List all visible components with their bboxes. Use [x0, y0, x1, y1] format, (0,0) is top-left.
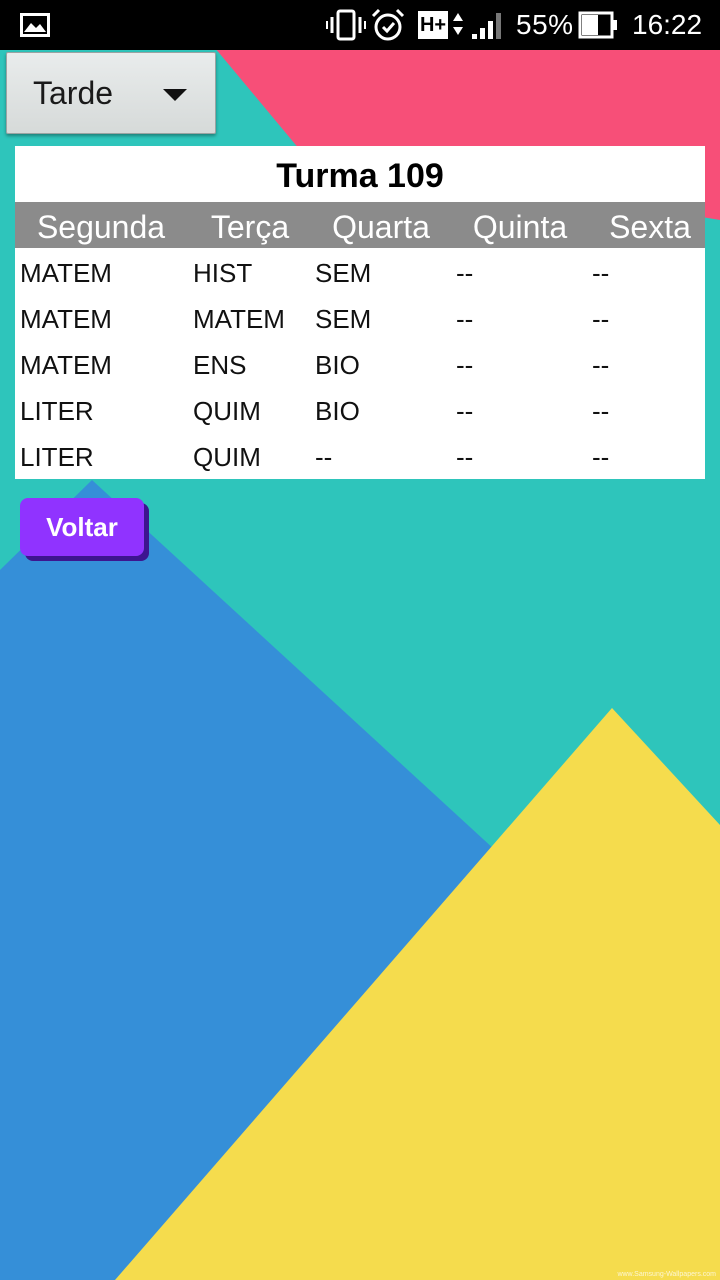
- dropdown-arrow-icon: [163, 89, 187, 101]
- header-segunda: Segunda: [36, 209, 166, 245]
- table-row: MATEM HIST SEM -- --: [15, 250, 705, 296]
- vibrate-icon: [326, 0, 366, 50]
- signal-icon: [470, 0, 506, 50]
- table-cell: LITER: [20, 442, 94, 472]
- table-cell: MATEM: [20, 304, 112, 334]
- table-cell: --: [592, 350, 610, 380]
- back-button[interactable]: Voltar: [20, 498, 144, 556]
- table-cell: LITER: [20, 396, 94, 426]
- table-cell: --: [592, 442, 610, 472]
- network-type-label: H+: [418, 11, 448, 39]
- network-hplus-icon: H+: [418, 0, 465, 50]
- table-cell: --: [315, 442, 333, 472]
- screen: H+ 55% 16:22 Tarde Turma 109 Segunda Ter…: [0, 0, 720, 1280]
- table-cell: BIO: [315, 350, 360, 380]
- table-cell: MATEM: [193, 304, 285, 334]
- table-cell: --: [592, 258, 610, 288]
- alarm-icon: [370, 0, 406, 50]
- table-cell: MATEM: [20, 258, 112, 288]
- table-cell: HIST: [193, 258, 253, 288]
- header-quinta: Quinta: [472, 209, 568, 245]
- table-row: MATEM ENS BIO -- --: [15, 342, 705, 388]
- gallery-icon: [20, 0, 50, 50]
- table-cell: --: [456, 350, 474, 380]
- schedule-rows: MATEM HIST SEM -- -- MATEM MATEM SEM -- …: [15, 250, 705, 480]
- table-row: MATEM MATEM SEM -- --: [15, 296, 705, 342]
- period-spinner[interactable]: Tarde: [6, 52, 216, 134]
- table-cell: BIO: [315, 396, 360, 426]
- header-terca: Terça: [210, 209, 290, 245]
- table-cell: MATEM: [20, 350, 112, 380]
- table-row: LITER QUIM BIO -- --: [15, 388, 705, 434]
- table-cell: --: [456, 396, 474, 426]
- table-cell: SEM: [315, 304, 372, 334]
- battery-percentage: 55%: [516, 9, 574, 40]
- table-cell: ENS: [193, 350, 247, 380]
- table-cell: SEM: [315, 258, 372, 288]
- table-cell: --: [592, 396, 610, 426]
- table-cell: --: [456, 258, 474, 288]
- table-row: LITER QUIM -- -- --: [15, 434, 705, 480]
- table-cell: --: [592, 304, 610, 334]
- spinner-selected-value: Tarde: [33, 75, 114, 111]
- battery-icon: [578, 0, 618, 50]
- class-title: Turma 109: [276, 157, 444, 195]
- wallpaper-watermark: www.Samsung-Wallpapers.com: [617, 1271, 716, 1278]
- table-cell: QUIM: [193, 396, 261, 426]
- header-quarta: Quarta: [332, 209, 430, 245]
- weekday-header-row: Segunda Terça Quarta Quinta Sexta: [15, 202, 705, 248]
- table-cell: --: [456, 304, 474, 334]
- status-bar: H+ 55% 16:22: [0, 0, 720, 50]
- table-cell: --: [456, 442, 474, 472]
- table-cell: QUIM: [193, 442, 261, 472]
- header-sexta: Sexta: [609, 209, 691, 245]
- clock: 16:22: [632, 9, 703, 40]
- schedule-table: Turma 109 Segunda Terça Quarta Quinta Se…: [15, 146, 705, 479]
